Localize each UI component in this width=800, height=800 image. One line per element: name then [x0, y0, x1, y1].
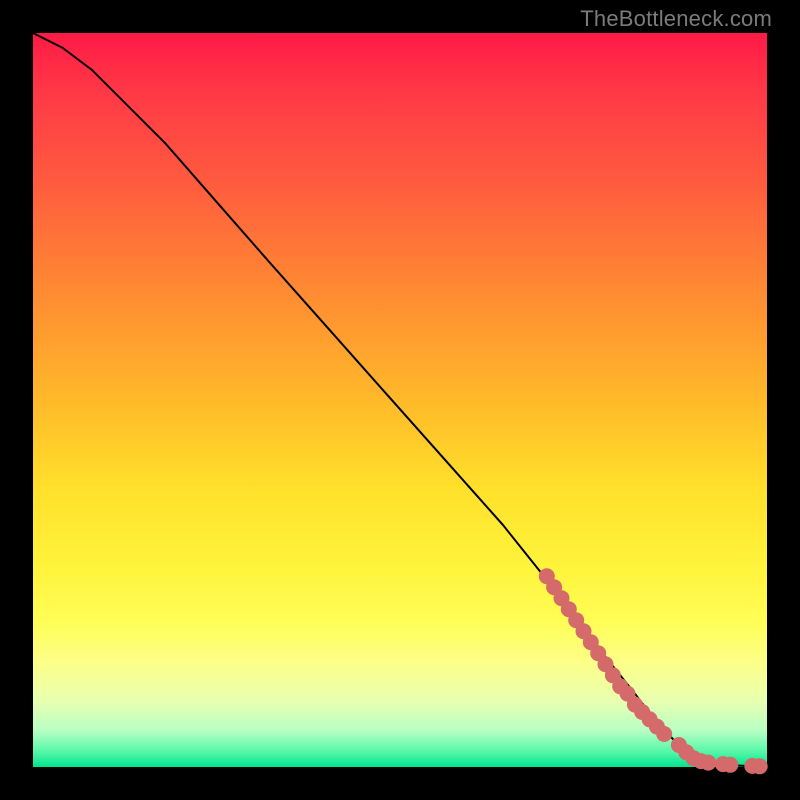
chart-point: [700, 755, 716, 771]
chart-plot-area: [33, 33, 767, 767]
chart-point: [656, 726, 672, 742]
chart-svg: [33, 33, 767, 767]
chart-frame: TheBottleneck.com: [0, 0, 800, 800]
chart-scatter-group: [539, 568, 768, 774]
chart-point: [722, 757, 738, 773]
chart-curve: [33, 33, 767, 767]
chart-point: [752, 758, 768, 774]
watermark-text: TheBottleneck.com: [580, 6, 772, 32]
